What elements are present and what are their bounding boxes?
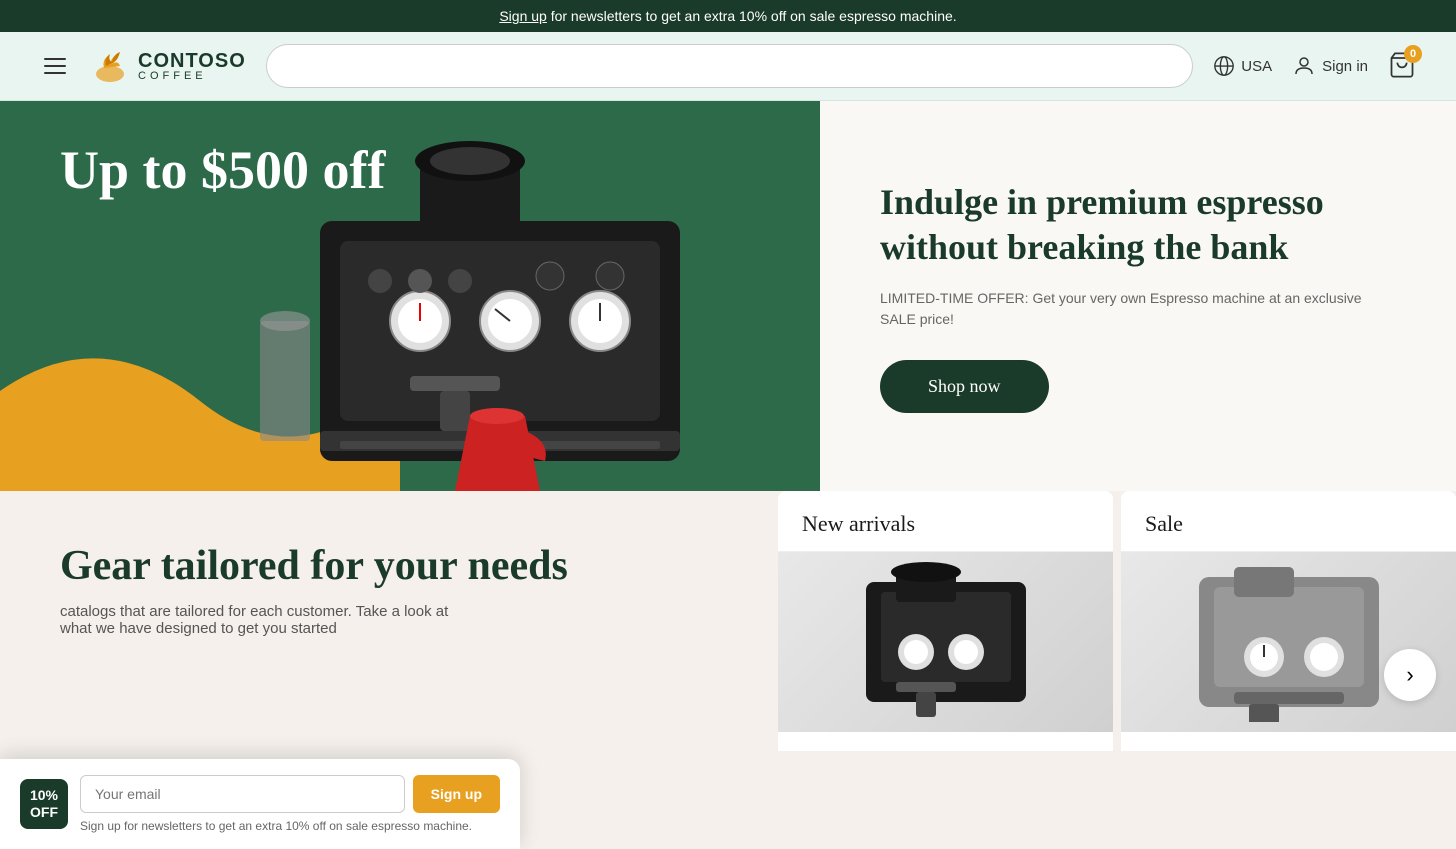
banner-signup-link[interactable]: Sign up [499,8,546,24]
chevron-right-icon: › [1406,662,1413,688]
signin-button[interactable]: Sign in [1292,54,1368,78]
hero-offer-text: LIMITED-TIME OFFER: Get your very own Es… [880,288,1396,330]
sale-machine-icon [1149,562,1429,722]
cart-button[interactable]: 0 [1388,51,1416,82]
banner-text: for newsletters to get an extra 10% off … [547,8,957,24]
hamburger-line [44,58,66,60]
brand-name: CONTOSO [138,51,246,71]
hamburger-line [44,65,66,67]
hero-section: Up to $500 off [0,101,1456,491]
newsletter-note: Sign up for newsletters to get an extra … [80,819,500,833]
region-button[interactable]: USA [1213,55,1272,77]
sale-image [1121,552,1456,732]
brand-sub: COFFEE [138,71,246,82]
newsletter-input-row: Sign up [80,775,500,813]
gear-section: Gear tailored for your needs catalogs th… [0,491,778,751]
gear-heading: Gear tailored for your needs [60,541,718,591]
new-arrivals-machine-icon [806,562,1086,722]
header-right: USA Sign in 0 [1213,51,1416,82]
region-label: USA [1241,58,1272,75]
header: CONTOSO COFFEE USA Sign in [0,32,1456,101]
discount-line1: 10% [30,787,58,803]
hamburger-line [44,72,66,74]
gear-text: catalogs that are tailored for each cust… [60,603,480,637]
sale-label: Sale [1121,491,1456,552]
newsletter-content: Sign up Sign up for newsletters to get a… [80,775,500,833]
bottom-section: Gear tailored for your needs catalogs th… [0,491,1456,751]
discount-line2: OFF [30,804,58,820]
globe-icon [1213,55,1235,77]
top-banner: Sign up for newsletters to get an extra … [0,0,1456,32]
user-icon [1292,54,1316,78]
new-arrivals-label: New arrivals [778,491,1113,552]
hero-discount-text: Up to $500 off [60,141,385,200]
sale-card[interactable]: Sale › [1121,491,1456,751]
hamburger-button[interactable] [40,54,70,78]
new-arrivals-image [778,552,1113,732]
hero-right: Indulge in premium espresso without brea… [820,101,1456,491]
new-arrivals-card[interactable]: New arrivals [778,491,1113,751]
hero-heading: Indulge in premium espresso without brea… [880,180,1396,270]
newsletter-signup-button[interactable]: Sign up [413,775,500,813]
search-input[interactable] [266,44,1194,88]
shop-now-button[interactable]: Shop now [880,360,1049,413]
logo-icon [90,46,130,86]
newsletter-email-input[interactable] [80,775,405,813]
signin-label: Sign in [1322,58,1368,75]
logo-link[interactable]: CONTOSO COFFEE [90,46,246,86]
next-button[interactable]: › [1384,649,1436,701]
cart-badge: 0 [1404,45,1422,63]
discount-badge: 10% OFF [20,779,68,829]
newsletter-popup: 10% OFF Sign up Sign up for newsletters … [0,759,520,849]
logo-text: CONTOSO COFFEE [138,51,246,82]
hero-image-side: Up to $500 off [0,101,820,491]
